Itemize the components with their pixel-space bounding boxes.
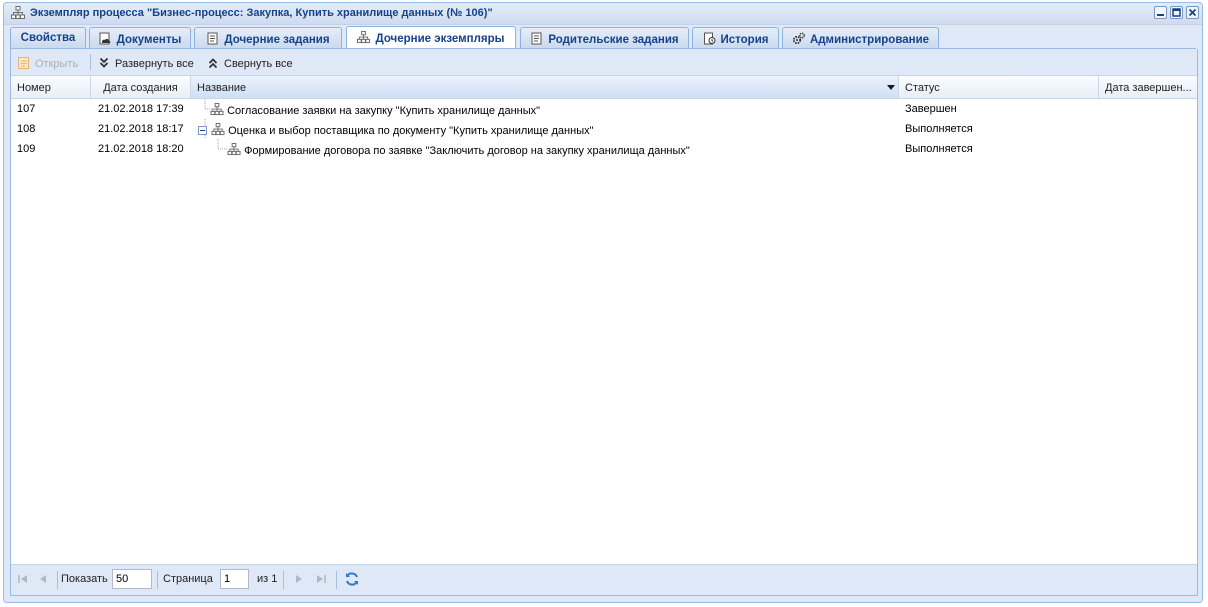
gears-icon	[792, 32, 805, 45]
grid-toolbar: Открыть Развернуть все Свернуть все	[11, 49, 1197, 76]
tab-history[interactable]: История	[692, 27, 779, 48]
tab-administration[interactable]: Администрирование	[782, 27, 939, 48]
column-header-finished[interactable]: Дата завершен...	[1099, 76, 1199, 98]
pager-separator	[157, 571, 158, 589]
cell-name: Формирование договора по заявке "Заключи…	[216, 139, 690, 157]
row-name-text: Формирование договора по заявке "Заключи…	[244, 145, 690, 157]
tree-connector-icon	[204, 99, 214, 110]
cloud-doc-icon	[99, 32, 111, 45]
maximize-icon	[1172, 8, 1181, 17]
table-row[interactable]: 108 21.02.2018 18:17 Оценка и выбор пост…	[11, 119, 1197, 139]
tab-label: Дочерние задания	[224, 34, 330, 46]
page-size-input[interactable]	[112, 569, 152, 589]
task-list-icon	[207, 32, 218, 45]
minimize-button[interactable]	[1154, 6, 1167, 19]
org-chart-icon	[11, 6, 25, 19]
page-number-input[interactable]	[220, 569, 249, 589]
window-titlebar: Экземпляр процесса "Бизнес-процесс: Заку…	[4, 3, 1202, 25]
cell-name: Оценка и выбор поставщика по документу "…	[198, 119, 594, 139]
row-name-text: Оценка и выбор поставщика по документу "…	[228, 125, 594, 137]
page-label: Страница	[163, 573, 213, 585]
history-icon	[703, 32, 715, 45]
cell-number: 108	[17, 123, 36, 135]
tab-label: Администрирование	[809, 34, 930, 46]
tab-bar: Свойства Документы Дочерние задания Доче…	[10, 25, 1196, 49]
tab-label: Документы	[116, 34, 182, 46]
column-menu-arrow-icon[interactable]	[887, 85, 895, 90]
cell-number: 109	[17, 143, 36, 155]
next-page-icon[interactable]	[292, 572, 306, 586]
expand-all-label: Развернуть все	[115, 58, 194, 70]
column-header-name[interactable]: Название	[191, 76, 899, 98]
column-header-created[interactable]: Дата создания	[91, 76, 191, 98]
open-button-label: Открыть	[35, 58, 79, 70]
tab-label: История	[720, 34, 769, 46]
column-header-name-label: Название	[197, 82, 247, 94]
toolbar-separator	[90, 54, 91, 70]
cell-status: Завершен	[905, 103, 957, 115]
expand-all-button[interactable]: Развернуть все	[97, 56, 194, 70]
minimize-icon	[1157, 14, 1164, 16]
last-page-icon[interactable]	[314, 572, 328, 586]
collapse-all-button[interactable]: Свернуть все	[206, 56, 293, 70]
previous-page-icon[interactable]	[36, 572, 50, 586]
child-instances-panel: Открыть Развернуть все Свернуть все Номе…	[10, 49, 1198, 596]
open-document-icon	[18, 57, 29, 69]
cell-created: 21.02.2018 18:20	[98, 143, 184, 155]
pager-separator	[57, 571, 58, 589]
process-instance-window: Экземпляр процесса "Бизнес-процесс: Заку…	[3, 2, 1203, 603]
cell-name: Согласование заявки на закупку "Купить х…	[201, 99, 541, 117]
column-header-number[interactable]: Номер	[11, 76, 91, 98]
tab-child-tasks[interactable]: Дочерние задания	[194, 27, 342, 48]
close-button[interactable]	[1186, 6, 1199, 19]
page-size-label: Показать	[61, 573, 108, 585]
collapse-node-icon[interactable]	[198, 126, 207, 135]
tab-documents[interactable]: Документы	[89, 27, 191, 48]
row-name-text: Согласование заявки на закупку "Купить х…	[227, 105, 541, 117]
cell-status: Выполняется	[905, 143, 973, 155]
cell-status: Выполняется	[905, 123, 973, 135]
table-row[interactable]: 107 21.02.2018 17:39 Согласование заявки…	[11, 99, 1197, 119]
task-list-icon	[531, 32, 542, 45]
org-chart-icon	[357, 31, 371, 44]
page-count-label: из 1	[257, 573, 278, 585]
tab-label: Родительские задания	[548, 34, 679, 46]
close-icon	[1188, 8, 1197, 17]
tab-label: Дочерние экземпляры	[375, 33, 505, 45]
maximize-button[interactable]	[1170, 6, 1183, 19]
pager-separator	[283, 571, 284, 589]
cell-created: 21.02.2018 17:39	[98, 103, 184, 115]
collapse-all-label: Свернуть все	[224, 58, 293, 70]
cell-number: 107	[17, 103, 36, 115]
tab-properties[interactable]: Свойства	[10, 27, 86, 48]
first-page-icon[interactable]	[16, 572, 30, 586]
tab-label: Свойства	[20, 32, 76, 44]
column-header-status[interactable]: Статус	[899, 76, 1099, 98]
double-chevron-up-icon	[208, 58, 218, 69]
window-title: Экземпляр процесса "Бизнес-процесс: Заку…	[30, 7, 493, 19]
org-chart-icon	[211, 123, 225, 136]
pager-separator	[336, 571, 337, 589]
tab-parent-tasks[interactable]: Родительские задания	[520, 27, 689, 48]
tab-child-instances[interactable]: Дочерние экземпляры	[346, 26, 516, 48]
double-chevron-down-icon	[99, 57, 109, 68]
refresh-icon[interactable]	[344, 571, 360, 587]
open-button[interactable]: Открыть	[17, 56, 78, 70]
grid-header: Номер Дата создания Название Статус Дата…	[11, 76, 1197, 99]
cell-created: 21.02.2018 18:17	[98, 123, 184, 135]
paging-toolbar: Показать Страница из 1	[11, 564, 1197, 595]
tree-connector-icon	[217, 139, 227, 150]
table-row[interactable]: 109 21.02.2018 18:20 Формирование догово…	[11, 139, 1197, 159]
